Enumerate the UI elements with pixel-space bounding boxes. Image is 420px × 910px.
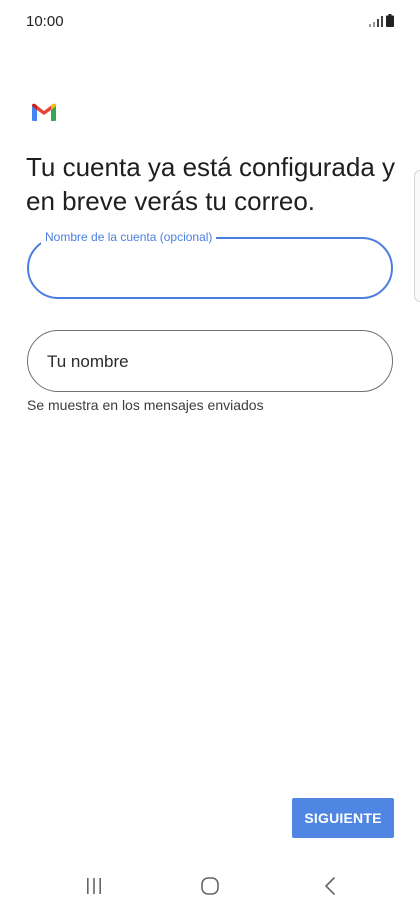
navigation-bar xyxy=(0,862,420,910)
status-bar: 10:00 xyxy=(0,0,420,44)
home-button[interactable] xyxy=(190,872,230,900)
battery-icon xyxy=(386,14,394,27)
signal-icon xyxy=(369,16,383,27)
recents-button[interactable] xyxy=(74,872,114,900)
account-name-label: Nombre de la cuenta (opcional) xyxy=(41,230,217,244)
gmail-logo-icon xyxy=(32,103,56,121)
account-name-input[interactable] xyxy=(47,253,371,285)
recents-icon xyxy=(87,878,101,894)
status-time: 10:00 xyxy=(26,13,64,30)
status-icons xyxy=(369,14,394,27)
edge-panel-handle[interactable] xyxy=(414,170,420,302)
back-icon xyxy=(325,877,335,895)
your-name-field[interactable] xyxy=(27,330,393,392)
your-name-helper-text: Se muestra en los mensajes enviados xyxy=(27,397,264,413)
home-icon xyxy=(201,877,219,895)
back-button[interactable] xyxy=(310,872,350,900)
account-name-field[interactable]: Nombre de la cuenta (opcional) xyxy=(27,230,393,299)
next-button[interactable]: SIGUIENTE xyxy=(292,798,394,838)
your-name-input[interactable] xyxy=(45,346,379,378)
page-title: Tu cuenta ya está configurada y en breve… xyxy=(26,152,396,216)
